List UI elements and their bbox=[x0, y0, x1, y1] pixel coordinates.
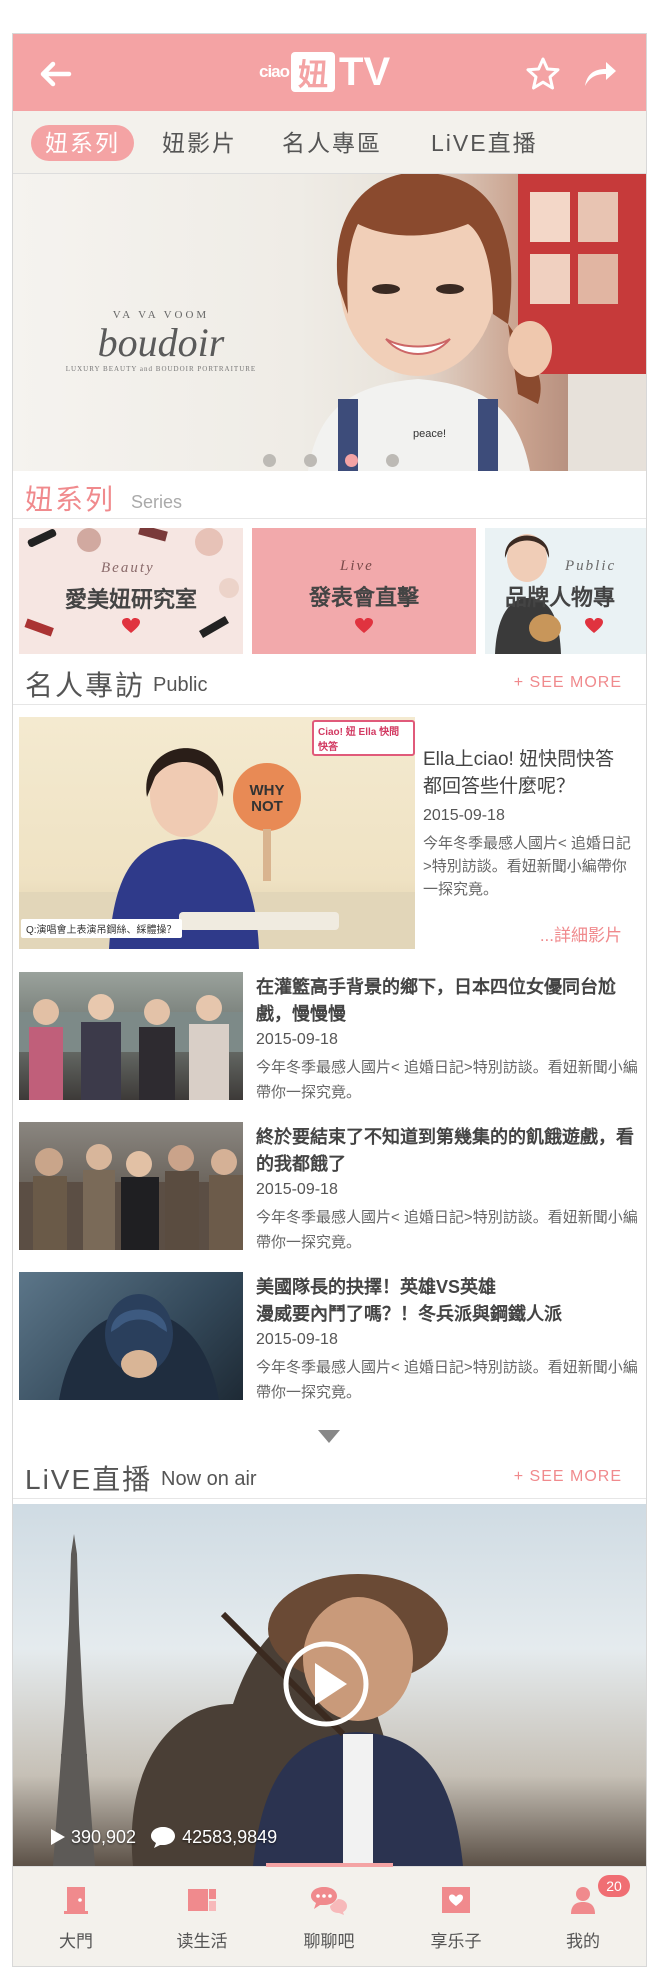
door-icon bbox=[64, 1887, 88, 1914]
article-description: 今年冬季最感人國片< 追婚日記>特別訪談。看妞新聞小編帶你一探究竟。 bbox=[256, 1059, 638, 1101]
live-section-title: LiVE直播 bbox=[25, 1464, 153, 1495]
pager-dot[interactable] bbox=[304, 454, 317, 467]
series-en-label: Public bbox=[565, 558, 617, 574]
feature-video-thumbnail[interactable]: Ciao! 妞 Ella 快問快答 WHY NOT Q:演唱會上表演吊鋼絲、綵體… bbox=[19, 717, 415, 949]
nav-item-mine[interactable]: 20 我的 bbox=[520, 1867, 646, 1966]
live-see-more-link[interactable]: + SEE MORE bbox=[514, 1468, 622, 1486]
series-section-title: 妞系列 bbox=[25, 484, 116, 515]
chat-icon bbox=[311, 1887, 347, 1915]
pager-dot-active[interactable] bbox=[345, 454, 358, 467]
tab-live[interactable]: LiVE直播 bbox=[417, 125, 552, 161]
share-icon[interactable] bbox=[579, 54, 619, 94]
article-date: 2015-09-18 bbox=[256, 1331, 338, 1348]
series-label: 品牌人物專 bbox=[505, 585, 616, 611]
series-card-live[interactable]: Live 發表會直擊 bbox=[252, 528, 476, 654]
nav-label: 我的 bbox=[566, 1932, 600, 1951]
hero-brand-card: VA VA VOOM boudoir LUXURY BEAUTY and BOU… bbox=[61, 309, 261, 389]
hero-brand-script: boudoir bbox=[97, 320, 225, 365]
user-icon bbox=[571, 1887, 595, 1914]
logo-ciao: ciao bbox=[259, 62, 290, 81]
feature-title[interactable]: Ella上ciao! 妞快問快答都回答些什麼呢？ bbox=[423, 746, 633, 800]
list-item[interactable]: 美國隊長的抉擇！英雄VS英雄 漫威要內鬥了嗎？！冬兵派與鋼鐵人派 2015-09… bbox=[19, 1272, 639, 1402]
nav-label: 读生活 bbox=[176, 1932, 228, 1951]
nav-item-chat[interactable]: 聊聊吧 bbox=[266, 1867, 392, 1966]
back-arrow-icon[interactable] bbox=[35, 54, 75, 94]
play-button-icon[interactable] bbox=[281, 1639, 371, 1729]
heart-icon bbox=[355, 618, 373, 633]
comment-bubble-icon bbox=[151, 1827, 176, 1848]
live-comment-count: 42583,9849 bbox=[182, 1826, 278, 1847]
article-date: 2015-09-18 bbox=[256, 1031, 338, 1048]
list-item[interactable]: 終於要結束了不知道到第幾集的的飢餓遊戲，看的我都餓了 2015-09-18 今年… bbox=[19, 1122, 639, 1252]
public-section-header: 名人專訪 Public + SEE MORE bbox=[13, 660, 646, 705]
article-title[interactable]: 終於要結束了不知道到第幾集的的飢餓遊戲，看的我都餓了 bbox=[256, 1124, 639, 1178]
bottom-nav: 大門 读生活 聊聊吧 享乐子 20 我的 bbox=[13, 1863, 646, 1966]
series-label: 愛美妞研究室 bbox=[64, 587, 197, 613]
hero-brand-tag: LUXURY BEAUTY and BOUDOIR PORTRAITURE bbox=[65, 365, 257, 373]
feature-caption: Q:演唱會上表演吊鋼絲、綵體操？ bbox=[21, 919, 182, 938]
tab-celebrity[interactable]: 名人專區 bbox=[268, 125, 396, 161]
feature-date: 2015-09-18 bbox=[423, 807, 505, 824]
article-date: 2015-09-18 bbox=[256, 1181, 338, 1198]
app-header: ciao 妞 TV bbox=[13, 34, 646, 111]
heart-box-icon bbox=[442, 1887, 470, 1913]
nav-item-door[interactable]: 大門 bbox=[13, 1867, 139, 1966]
live-stats: 390,902 42583,9849 bbox=[51, 1826, 277, 1848]
heart-icon bbox=[585, 618, 603, 633]
nav-label: 大門 bbox=[59, 1932, 93, 1951]
series-en-label: Live bbox=[340, 558, 374, 574]
nav-label: 享乐子 bbox=[430, 1932, 482, 1951]
logo-tv: TV bbox=[339, 49, 391, 94]
article-thumbnail bbox=[19, 1122, 243, 1250]
hero-photo: peace! bbox=[308, 174, 646, 471]
nav-label: 聊聊吧 bbox=[303, 1932, 355, 1951]
feature-sign: WHY NOT bbox=[249, 782, 285, 815]
live-section-subtitle: Now on air bbox=[161, 1468, 257, 1490]
notification-badge: 20 bbox=[598, 1875, 630, 1897]
app-frame: ciao 妞 TV 妞系列 妞影片 名人專區 LiVE直播 VA VA VOOM… bbox=[12, 33, 647, 1967]
favorite-star-icon[interactable] bbox=[523, 54, 563, 94]
series-card-beauty[interactable]: Beauty 愛美妞研究室 bbox=[19, 528, 243, 654]
public-see-more-link[interactable]: + SEE MORE bbox=[514, 674, 622, 692]
news-icon bbox=[188, 1889, 216, 1911]
article-thumbnail bbox=[19, 972, 243, 1100]
tab-videos[interactable]: 妞影片 bbox=[148, 125, 251, 161]
live-view-count: 390,902 bbox=[71, 1826, 137, 1847]
hero-banner[interactable]: VA VA VOOM boudoir LUXURY BEAUTY and BOU… bbox=[13, 174, 646, 471]
article-title[interactable]: 美國隊長的抉擇！英雄VS英雄 漫威要內鬥了嗎？！冬兵派與鋼鐵人派 bbox=[256, 1274, 639, 1328]
live-video-player[interactable] bbox=[13, 1504, 646, 1866]
views-play-icon bbox=[51, 1829, 65, 1845]
series-en-label: Beauty bbox=[101, 560, 155, 576]
heart-icon bbox=[122, 618, 140, 633]
feature-detail-link[interactable]: ...詳細影片 bbox=[540, 921, 622, 946]
logo-mark: 妞 bbox=[291, 52, 336, 93]
series-section-header: 妞系列 Series bbox=[13, 474, 646, 519]
article-description: 今年冬季最感人國片< 追婚日記>特別訪談。看妞新聞小編帶你一探究竟。 bbox=[256, 1209, 638, 1251]
public-section-subtitle: Public bbox=[153, 674, 208, 696]
hero-pager bbox=[263, 454, 399, 467]
app-logo: ciao 妞 TV bbox=[259, 46, 390, 98]
series-section-subtitle: Series bbox=[131, 492, 183, 512]
public-section-title: 名人專訪 bbox=[25, 670, 146, 701]
expand-more-icon[interactable] bbox=[318, 1430, 340, 1443]
nav-item-fun[interactable]: 享乐子 bbox=[393, 1867, 519, 1966]
nav-item-life[interactable]: 读生活 bbox=[139, 1867, 265, 1966]
tab-series[interactable]: 妞系列 bbox=[31, 125, 134, 161]
hero-shirt-text: peace! bbox=[413, 428, 446, 440]
article-title[interactable]: 在灌籃高手背景的鄉下，日本四位女優同台尬戲，慢慢慢 bbox=[256, 974, 639, 1028]
feature-badge: Ciao! 妞 Ella 快問快答 bbox=[312, 720, 415, 756]
live-section-header: LiVE直播 Now on air + SEE MORE bbox=[13, 1454, 646, 1499]
pager-dot[interactable] bbox=[263, 454, 276, 467]
list-item[interactable]: 在灌籃高手背景的鄉下，日本四位女優同台尬戲，慢慢慢 2015-09-18 今年冬… bbox=[19, 972, 639, 1102]
category-tabs: 妞系列 妞影片 名人專區 LiVE直播 bbox=[13, 111, 646, 174]
series-card-public[interactable]: Public 品牌人物專 bbox=[485, 528, 646, 654]
series-label: 發表會直擊 bbox=[308, 585, 419, 611]
series-carousel: Beauty 愛美妞研究室 Live 發表會直擊 Public 品牌人物專 bbox=[19, 528, 646, 654]
article-description: 今年冬季最感人國片< 追婚日記>特別訪談。看妞新聞小編帶你一探究竟。 bbox=[256, 1359, 638, 1401]
article-thumbnail bbox=[19, 1272, 243, 1400]
pager-dot[interactable] bbox=[386, 454, 399, 467]
feature-description: 今年冬季最感人國片< 追婚日記>特別訪談。看妞新聞小編帶你一探究竟。 bbox=[423, 835, 631, 898]
